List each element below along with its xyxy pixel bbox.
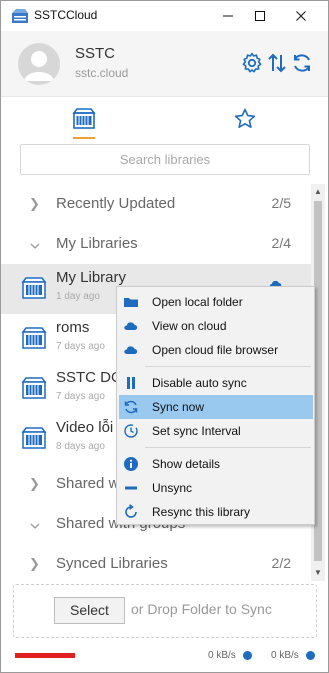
- menu-item-label: Open local folder: [152, 295, 243, 309]
- drop-area[interactable]: Select or Drop Folder to Sync: [13, 584, 317, 638]
- title-bar[interactable]: SSTCCloud: [1, 1, 328, 31]
- menu-item-show-details[interactable]: Show details: [119, 452, 313, 476]
- folder-icon: [124, 298, 138, 307]
- scroll-down-icon[interactable]: ▼: [311, 566, 325, 580]
- menu-item-label: Set sync Interval: [152, 424, 241, 438]
- tab-libraries[interactable]: [59, 98, 109, 140]
- menu-separator: [145, 366, 311, 367]
- library-icon: [21, 377, 47, 399]
- maximize-button[interactable]: [240, 1, 280, 31]
- chevron-right-icon: ❯: [29, 196, 40, 211]
- download-icon: [306, 651, 315, 660]
- info-icon: [124, 457, 138, 471]
- cloud-icon: [124, 346, 138, 354]
- scroll-thumb[interactable]: [314, 201, 322, 561]
- chevron-right-icon: ❯: [29, 556, 40, 571]
- menu-item-label: Resync this library: [152, 505, 251, 519]
- library-name: Video lỗi: [56, 419, 114, 436]
- window-title: SSTCCloud: [34, 8, 98, 22]
- menu-item-disable-auto-sync[interactable]: Disable auto sync: [119, 371, 313, 395]
- cloud-icon: [124, 322, 138, 330]
- select-folder-button[interactable]: Select: [54, 597, 125, 624]
- status-bar: 0 kB/s 0 kB/s: [1, 644, 328, 672]
- menu-item-label: Unsync: [152, 481, 193, 495]
- resync-icon: [125, 504, 137, 518]
- account-server: sstc.cloud: [75, 66, 129, 80]
- close-icon: [296, 11, 306, 21]
- drop-hint: or Drop Folder to Sync: [131, 601, 272, 617]
- library-icon: [21, 327, 47, 349]
- maximize-icon: [255, 11, 265, 21]
- clock-icon: [124, 424, 138, 438]
- star-icon: [234, 108, 256, 128]
- sync-icon: [124, 400, 138, 414]
- context-menu: Open local folder View on cloud Open clo…: [116, 286, 315, 525]
- menu-item-unsync[interactable]: Unsync: [119, 476, 313, 500]
- upload-icon: [243, 651, 252, 660]
- chevron-right-icon: ❯: [29, 476, 40, 491]
- library-date: 7 days ago: [56, 391, 105, 402]
- library-name: My Library: [56, 269, 127, 286]
- library-date: 7 days ago: [56, 341, 105, 352]
- group-label: Recently Updated: [56, 195, 176, 212]
- upload-rate: 0 kB/s: [208, 650, 236, 661]
- group-label: Synced Libraries: [56, 555, 168, 572]
- library-date: 8 days ago: [56, 441, 105, 452]
- tab-starred[interactable]: [220, 98, 270, 140]
- gear-icon[interactable]: [240, 51, 264, 75]
- library-icon: [72, 108, 96, 129]
- minus-icon: [125, 486, 137, 490]
- avatar[interactable]: [18, 43, 60, 85]
- refresh-icon[interactable]: [290, 51, 314, 75]
- menu-item-open-cloud-file-browser[interactable]: Open cloud file browser: [119, 338, 313, 362]
- pause-icon: [127, 377, 135, 389]
- menu-item-label: Show details: [152, 457, 221, 471]
- menu-item-open-local-folder[interactable]: Open local folder: [119, 290, 313, 314]
- group-count: 2/5: [271, 195, 291, 211]
- download-rate: 0 kB/s: [271, 650, 299, 661]
- menu-separator: [145, 447, 311, 448]
- menu-item-view-on-cloud[interactable]: View on cloud: [119, 314, 313, 338]
- chevron-down-icon: [30, 523, 40, 529]
- menu-item-sync-now[interactable]: Sync now: [119, 395, 313, 419]
- chevron-down-icon: [30, 243, 40, 249]
- group-recently-updated[interactable]: ❯ Recently Updated 2/5: [1, 184, 311, 224]
- transfer-arrows-icon[interactable]: [265, 51, 289, 75]
- close-button[interactable]: [281, 1, 321, 31]
- library-icon: [21, 427, 47, 449]
- account-name: SSTC: [75, 45, 116, 62]
- group-synced-libraries[interactable]: ❯ Synced Libraries 2/2: [1, 544, 311, 581]
- minimize-icon: [223, 15, 233, 17]
- status-indicator[interactable]: [15, 653, 75, 658]
- menu-item-set-sync-interval[interactable]: Set sync Interval: [119, 419, 313, 443]
- app-window: SSTCCloud SSTC sstc.cloud Search librari…: [0, 0, 329, 673]
- menu-item-label: Sync now: [152, 400, 205, 414]
- group-count: 2/4: [271, 235, 291, 251]
- group-label: Shared w: [56, 475, 120, 492]
- menu-item-resync-library[interactable]: Resync this library: [119, 500, 313, 524]
- scroll-up-icon[interactable]: ▲: [311, 185, 325, 199]
- group-my-libraries[interactable]: My Libraries 2/4: [1, 224, 311, 264]
- group-label: My Libraries: [56, 235, 138, 252]
- group-count: 2/2: [271, 555, 291, 571]
- view-tabs: [1, 98, 328, 140]
- library-name: roms: [56, 319, 90, 336]
- menu-item-label: View on cloud: [152, 319, 227, 333]
- menu-item-label: Disable auto sync: [152, 376, 247, 390]
- app-logo-icon: [12, 9, 28, 23]
- menu-item-label: Open cloud file browser: [152, 343, 279, 357]
- account-header: SSTC sstc.cloud: [1, 31, 328, 97]
- library-name: SSTC DO: [56, 369, 116, 386]
- user-icon: [24, 51, 54, 81]
- active-tab-indicator: [73, 137, 95, 139]
- search-input[interactable]: Search libraries: [20, 144, 310, 175]
- library-icon: [21, 277, 47, 299]
- library-date: 1 day ago: [56, 291, 100, 302]
